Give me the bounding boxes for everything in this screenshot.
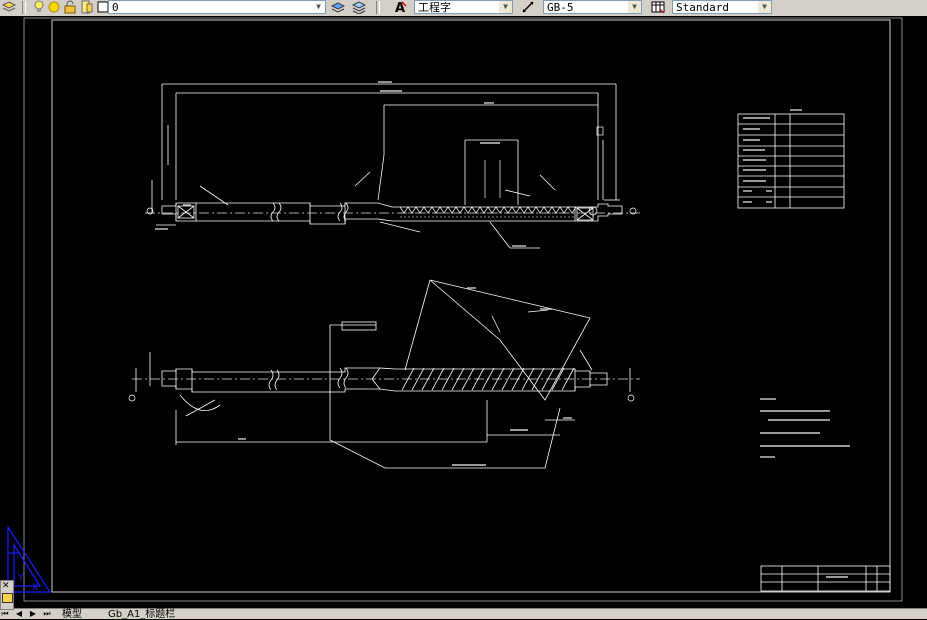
table-style-combo[interactable]: Standard ▼	[672, 0, 772, 14]
svg-text:X: X	[32, 583, 38, 593]
close-icon[interactable]: ✕	[2, 581, 10, 591]
chevron-down-icon[interactable]: ▼	[628, 1, 641, 13]
text-style-icon[interactable]: A	[393, 0, 407, 14]
floating-toolbar[interactable]: ✕	[0, 580, 14, 610]
dim-style-combo-value: GB-5	[547, 1, 574, 14]
text-style-combo-value: 工程字	[418, 1, 451, 14]
dim-style-icon[interactable]	[521, 0, 535, 14]
ucs-icon: Y X	[7, 524, 52, 593]
tab-gb-a1-label: Gb_A1_标题栏	[108, 609, 176, 620]
layer-combo-value: 0	[112, 1, 119, 14]
layer-prev-icon[interactable]	[80, 0, 94, 14]
layer-states-icon[interactable]	[331, 0, 345, 14]
folder-icon[interactable]	[2, 593, 13, 603]
chevron-down-icon[interactable]: ▼	[758, 1, 771, 13]
drawing-canvas[interactable]: Y X	[0, 16, 927, 608]
layer-walk-icon[interactable]	[352, 0, 366, 14]
dim-style-combo[interactable]: GB-5 ▼	[543, 0, 642, 14]
lock-icon[interactable]	[63, 0, 77, 14]
layout-tab-bar: ⏮ ◀ ▶ ⏭ 模型 Gb_A1_标题栏	[0, 608, 927, 620]
chevron-down-icon[interactable]: ▼	[499, 1, 512, 13]
sun-icon[interactable]	[47, 0, 61, 14]
drawing-sheet: Y X	[7, 17, 903, 602]
svg-text:Y: Y	[17, 573, 24, 583]
chevron-down-icon[interactable]: ▼	[312, 1, 325, 13]
rack-teeth	[399, 206, 577, 218]
table-style-combo-value: Standard	[676, 1, 729, 14]
bulb-icon[interactable]	[32, 0, 46, 14]
properties-toolbar: 0 ▼ A 工程字 ▼ GB-5 ▼ Standard ▼	[0, 0, 927, 17]
tab-model-label: 模型	[62, 609, 82, 620]
text-style-combo[interactable]: 工程字 ▼	[414, 0, 513, 14]
helical-teeth	[401, 367, 575, 391]
layers-icon[interactable]	[2, 0, 16, 14]
table-style-icon[interactable]	[651, 0, 665, 14]
layer-combo[interactable]: 0 ▼	[108, 0, 326, 14]
